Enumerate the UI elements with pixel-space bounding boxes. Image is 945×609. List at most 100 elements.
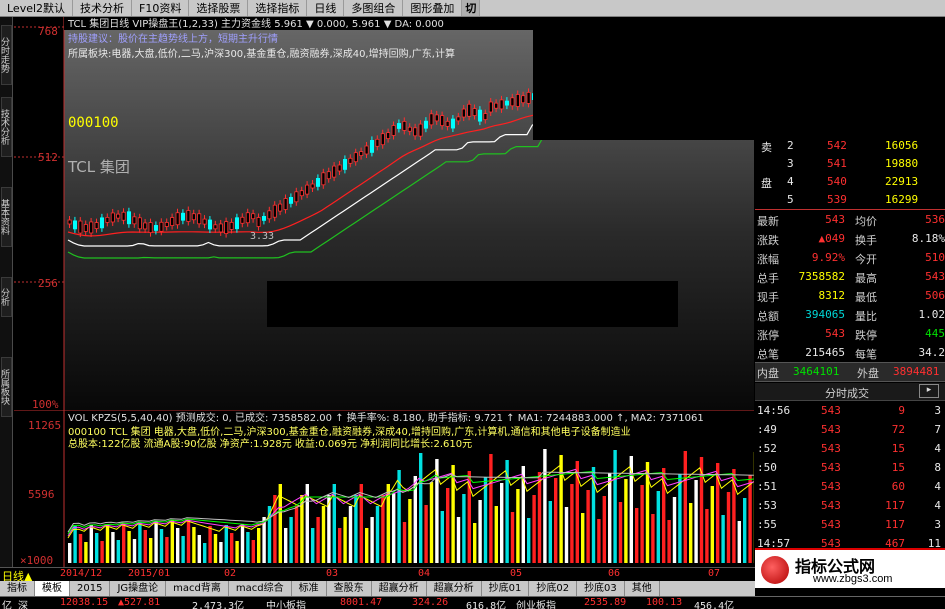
orderbook-row[interactable]: 5 539 16299 [755, 191, 945, 210]
menu-level2[interactable]: Level2默认 [0, 0, 74, 16]
tick-price: 543 [821, 518, 841, 531]
volume-bar [635, 508, 639, 563]
tick-volume: 117 [885, 499, 905, 512]
candle [456, 116, 461, 122]
volume-bar [294, 506, 299, 563]
watermark-url: www.zbgs3.com [813, 573, 893, 585]
orderbook-row[interactable]: 3 541 19880 [755, 155, 945, 174]
indicator-tab[interactable]: 其他 [625, 581, 660, 596]
menu-multi-chart[interactable]: 多图组合 [344, 0, 404, 16]
menu-f10[interactable]: F10资料 [132, 0, 190, 16]
tick-price: 543 [821, 442, 841, 455]
volume-bar [570, 484, 574, 563]
tick-expand-icon[interactable]: ▸ [919, 384, 939, 398]
vtab-intraday[interactable]: 分时走势 [0, 25, 12, 85]
volume-bar [554, 478, 558, 563]
tick-header[interactable]: 分时成交 ▸ [755, 383, 945, 401]
stat-value: 506 [925, 289, 945, 302]
candle [153, 225, 158, 231]
candle [137, 217, 142, 230]
indicator-tab[interactable]: macd背离 [166, 581, 229, 596]
volume-bar [710, 486, 714, 563]
candle [504, 100, 509, 106]
volume-bar [105, 524, 110, 563]
volume-bar [678, 474, 682, 563]
indicator-tab[interactable]: 超赢分析 [427, 581, 482, 596]
tick-row[interactable]: 14:56 543 9 3 [755, 402, 945, 421]
period-axis-bar: 日线▲ 2014/12 2015/01 02 03 04 05 06 07 [0, 567, 755, 583]
volume-bar [138, 522, 142, 563]
quote-stat-row: 总笔 215465 每笔 34.2 [755, 344, 945, 363]
menu-tech-analysis[interactable]: 技术分析 [73, 0, 133, 16]
date-tick-label: 07 [708, 568, 721, 579]
volume-bar [543, 449, 547, 563]
indicator-tab[interactable]: 抄底03 [577, 581, 625, 596]
volume-bar [440, 511, 444, 563]
stat-label: 量比 [855, 310, 877, 323]
volume-bar [208, 526, 212, 563]
volume-bar [705, 509, 709, 563]
orderbook-row[interactable]: 盘 4 540 22913 [755, 173, 945, 192]
orderbook-row[interactable]: 卖 2 542 16056 [755, 137, 945, 156]
indicator-tab[interactable]: 标准 [292, 581, 327, 596]
volume-bar [165, 537, 169, 563]
volume-bar [240, 524, 245, 563]
menu-select-indicator[interactable]: 选择指标 [248, 0, 308, 16]
tick-row[interactable]: :50 543 15 8 [755, 459, 945, 478]
menu-toggle-button[interactable]: 切 [462, 0, 481, 16]
tick-row[interactable]: :51 543 60 4 [755, 478, 945, 497]
indicator-tab[interactable]: JG操盘论 [110, 581, 167, 596]
volume-chart[interactable]: 11265 5596 ×1000 VOL KPZS(5,5,40,40) 预测成… [14, 410, 754, 567]
stat-label: 总笔 [757, 348, 779, 361]
menu-overlay[interactable]: 图形叠加 [403, 0, 463, 16]
candle [132, 216, 137, 225]
volume-bar [143, 530, 147, 563]
indicator-tab[interactable]: 指标 [0, 581, 35, 596]
volume-bar [548, 501, 552, 563]
candle [164, 222, 169, 227]
indicator-tab[interactable]: 2015 [70, 581, 111, 596]
vtab-sector[interactable]: 所属板块 [0, 357, 12, 417]
vtab-analysis[interactable]: 分析 [0, 277, 12, 317]
tick-row[interactable]: :55 543 117 3 [755, 516, 945, 535]
y-label-256: 256 [38, 277, 58, 290]
candle [245, 212, 250, 224]
candle [310, 183, 315, 189]
candle [472, 108, 477, 116]
stat-label: 总手 [757, 272, 779, 285]
stat-label: 现手 [757, 291, 779, 304]
volume-bar [154, 521, 158, 563]
indicator-tab[interactable]: 模板 [35, 581, 70, 596]
volume-bar [203, 543, 207, 563]
tick-row[interactable]: :52 543 15 4 [755, 440, 945, 459]
indicator-tab[interactable]: 超赢分析 [372, 581, 427, 596]
tick-volume: 15 [891, 442, 905, 455]
stat-label: 今开 [855, 253, 877, 266]
tick-volume: 15 [891, 461, 905, 474]
tick-time: 14:56 [757, 404, 791, 417]
volume-bar [176, 528, 180, 563]
menu-daily[interactable]: 日线 [307, 0, 345, 16]
volume-bar [473, 523, 477, 563]
candle [440, 115, 445, 127]
date-tick-label: 2015/01 [128, 568, 171, 579]
indicator-tab[interactable]: macd综合 [229, 581, 292, 596]
volume-bar [537, 472, 542, 563]
candle [483, 113, 488, 120]
tick-volume: 9 [898, 404, 905, 417]
candle [402, 121, 407, 131]
candle [251, 213, 256, 220]
vtab-basic[interactable]: 基本资料 [0, 187, 12, 247]
orderbook-side-label: 卖 [761, 141, 772, 154]
stat-label: 最低 [855, 291, 877, 304]
menu-select-stock[interactable]: 选择股票 [189, 0, 249, 16]
candle [288, 196, 293, 204]
indicator-tab[interactable]: 抄底01 [482, 581, 530, 596]
indicator-tab[interactable]: 抄底02 [529, 581, 578, 596]
volume-bar [597, 519, 601, 563]
indicator-tab[interactable]: 查股东 [327, 581, 372, 596]
tick-row[interactable]: :53 543 117 4 [755, 497, 945, 516]
tick-row[interactable]: :49 543 72 7 [755, 421, 945, 440]
inner-outer-volume: 内盘 3464101 外盘 3894481 [755, 362, 945, 382]
vtab-tech[interactable]: 技术分析 [0, 97, 12, 157]
